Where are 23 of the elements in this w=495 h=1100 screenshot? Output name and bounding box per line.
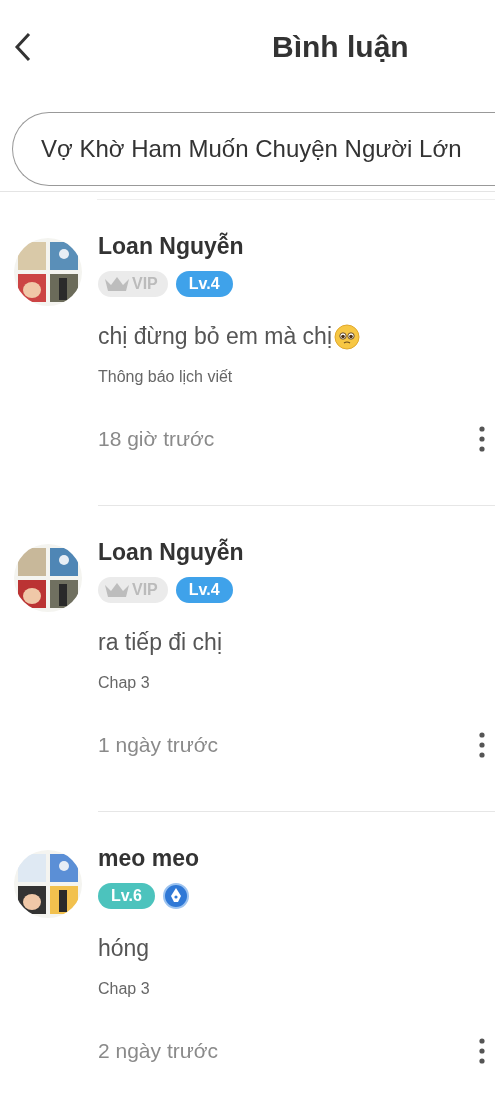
- pen-nib-icon: [162, 883, 189, 909]
- timestamp: 2 ngày trước: [98, 1039, 219, 1063]
- comment-text: chị đừng bỏ em mà chị: [98, 323, 332, 350]
- level-badge: Lv.4: [175, 577, 233, 603]
- comment-text: hóng: [98, 935, 150, 962]
- comment-text: ra tiếp đi chị: [98, 629, 222, 656]
- author-name[interactable]: Loan Nguyễn: [98, 232, 495, 260]
- crown-icon: [104, 276, 130, 292]
- level-badge: Lv.6: [98, 883, 155, 909]
- back-button[interactable]: [14, 32, 32, 62]
- chapter-label[interactable]: Chap 3: [98, 674, 495, 692]
- author-name[interactable]: Loan Nguyễn: [98, 538, 495, 566]
- author-name[interactable]: meo meo: [98, 844, 495, 872]
- level-badge: Lv.4: [175, 271, 233, 297]
- chapter-label[interactable]: Chap 3: [98, 980, 495, 998]
- crown-icon: [104, 582, 130, 598]
- more-button[interactable]: [479, 732, 485, 758]
- more-button[interactable]: [479, 1038, 485, 1064]
- more-button[interactable]: [479, 426, 485, 452]
- chapter-label[interactable]: Thông báo lịch viết: [98, 368, 495, 386]
- timestamp: 1 ngày trước: [98, 733, 219, 757]
- timestamp: 18 giờ trước: [98, 427, 215, 451]
- page-title: Bình luận: [272, 30, 409, 64]
